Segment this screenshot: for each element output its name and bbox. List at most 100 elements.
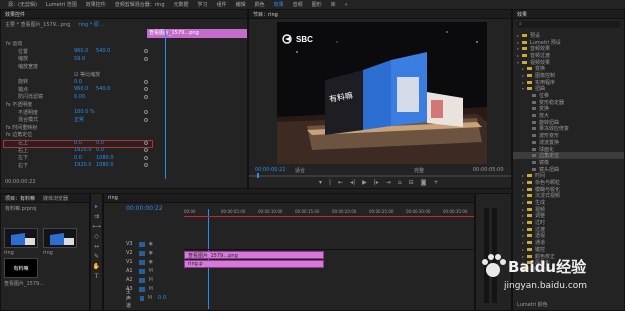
tab-media-browser[interactable]: 媒体浏览器 [39, 195, 72, 202]
track-target-icon[interactable] [138, 277, 145, 283]
effect-value-1[interactable]: 960.0 [74, 48, 88, 54]
effects-tree-item[interactable]: ▸ 生成 [513, 199, 624, 206]
type-tool-icon[interactable]: T [95, 274, 99, 280]
track-header[interactable]: A2 M [104, 276, 166, 284]
lift-icon[interactable]: ⌂ [398, 180, 402, 186]
effects-tree-item[interactable]: 镜头扭曲 [513, 166, 624, 173]
effects-tree-item[interactable]: ▸ 图像控制 [513, 72, 624, 79]
effect-row[interactable]: fx 不透明度 [4, 101, 149, 109]
effects-tree-item[interactable]: 球面化 [513, 146, 624, 153]
sequence-clip-path[interactable]: ring * 原… [78, 21, 103, 28]
effect-row[interactable]: fx 边角定位 [4, 131, 149, 139]
effects-tree-item[interactable]: 边角定位 [513, 152, 624, 159]
track-header[interactable]: V3 ◉ [104, 240, 166, 248]
master-clip-path[interactable]: 主要 * 查看图片_1579…png [5, 21, 70, 28]
effects-tree-item[interactable]: 位移 [513, 92, 624, 99]
effect-row[interactable]: 防闪烁滤镜 0.00 [4, 93, 149, 101]
workspace-tab[interactable]: 编辑 [236, 1, 246, 8]
ec-playhead[interactable] [165, 29, 166, 179]
effects-tree-item[interactable]: ▸ 过渡 [513, 226, 624, 233]
effect-row[interactable]: 位置 960.0 540.0 [4, 48, 149, 56]
effects-tree-item[interactable]: ▾ 扭曲 [513, 86, 624, 92]
workspace-tab[interactable]: 组件 [217, 1, 227, 8]
track-header[interactable]: 主声道 M 0.0 [104, 289, 166, 309]
workspace-tab[interactable]: 音频 [293, 1, 303, 8]
effect-value-1[interactable]: 59.0 [74, 56, 85, 62]
effect-row[interactable]: 混合模式 正常 [4, 116, 149, 124]
mark-in-icon[interactable]: ▾ [319, 180, 322, 186]
tab-program[interactable]: 节目：ring [249, 11, 282, 18]
mute-icon[interactable]: M [149, 286, 153, 292]
razor-tool-icon[interactable]: ◇ [94, 234, 99, 240]
timeline-playhead[interactable] [208, 209, 209, 309]
effects-tree-item[interactable]: 镜像 [513, 159, 624, 166]
effects-tree-item[interactable]: ▸ 模糊与锐化 [513, 186, 624, 193]
keyframe-reset-icon[interactable] [144, 56, 148, 61]
eye-icon[interactable]: ◉ [149, 259, 153, 265]
effects-tree-item[interactable]: ▸ 实用程序 [513, 79, 624, 86]
track-target-icon[interactable] [140, 295, 144, 301]
workspace-tab[interactable]: 颜色 [255, 1, 265, 8]
mute-icon[interactable]: M [149, 268, 153, 274]
effect-value-1[interactable]: 960.0 [74, 86, 88, 92]
effect-row[interactable]: 左下 0.0 1080.0 [4, 154, 149, 162]
extract-icon[interactable]: ⊟ [409, 180, 414, 186]
program-scrub-bar[interactable] [249, 175, 511, 177]
eye-icon[interactable]: ◉ [149, 241, 153, 247]
effects-tree-item[interactable]: ▸ 视频过渡 [513, 266, 624, 273]
track-target-icon[interactable] [138, 259, 145, 265]
effect-row[interactable]: fx 时间重映射 [4, 124, 149, 132]
effect-value-1[interactable]: 1920.0 [74, 162, 92, 168]
export-frame-icon[interactable]: ◙ [421, 180, 427, 186]
workspace-tab[interactable]: 元数据 [174, 1, 189, 8]
keyframe-reset-icon[interactable] [144, 148, 148, 153]
go-to-out-icon[interactable]: ⇥ [386, 180, 391, 186]
keyframe-reset-icon[interactable] [144, 110, 148, 115]
effects-tree-item[interactable]: ▸ 颜色校正 [513, 253, 624, 260]
effects-tree-item[interactable]: ▸ 键控 [513, 246, 624, 253]
fit-select[interactable]: 适合 [295, 167, 305, 174]
effects-tree-item[interactable]: 放大 [513, 112, 624, 119]
program-viewer[interactable]: SBC 有料嘛 [277, 22, 487, 164]
effects-tree-item[interactable]: 果冻效应修复 [513, 126, 624, 132]
hand-tool-icon[interactable]: ✋ [93, 264, 100, 270]
selection-tool-icon[interactable]: ▸ [95, 204, 98, 210]
eye-icon[interactable]: ◉ [149, 250, 153, 256]
effect-value-1[interactable]: 0.0 [74, 155, 82, 161]
tab-effects[interactable]: 效果 [513, 11, 531, 18]
tab-project[interactable]: 项目：有料嘛 [1, 195, 39, 202]
effect-value-1[interactable]: 1920.0 [74, 147, 92, 153]
go-to-in-icon[interactable]: ⇤ [338, 180, 343, 186]
effect-row[interactable]: 锚点 960.0 540.0 [4, 86, 149, 94]
keyframe-reset-icon[interactable] [144, 79, 148, 84]
keyframe-reset-icon[interactable] [144, 94, 148, 99]
pen-tool-icon[interactable]: ✎ [94, 254, 99, 260]
track-target-icon[interactable] [138, 250, 145, 256]
keyframe-reset-icon[interactable] [144, 87, 148, 92]
effect-row[interactable]: 不透明度 100.0 % [4, 108, 149, 116]
keyframe-reset-icon[interactable] [144, 49, 148, 54]
step-back-icon[interactable]: ◂| [350, 180, 355, 186]
effects-tree-item[interactable]: ▸ 过时 [513, 219, 624, 226]
effects-tree-item[interactable]: ▸ 视频 [513, 206, 624, 213]
effect-value-1[interactable]: 正常 [74, 116, 84, 123]
workspace-tab[interactable]: 效果 [274, 1, 284, 8]
effect-value-2[interactable]: 0.0 [96, 147, 104, 153]
effects-tree-item[interactable]: ▸ 沉浸式视频 [513, 193, 624, 199]
effect-value-2[interactable]: 1080.0 [96, 162, 114, 168]
keyframe-reset-icon[interactable] [144, 117, 148, 122]
effects-tree-item[interactable]: ▸ 时间 [513, 172, 624, 179]
effect-value-2[interactable]: 540.0 [96, 86, 110, 92]
workspace-tab[interactable]: 学习 [198, 1, 208, 8]
mute-icon[interactable]: M [149, 277, 153, 283]
effect-row[interactable]: 旋转 0.0 [4, 78, 149, 86]
effect-value-1[interactable]: 100.0 % [74, 109, 95, 115]
step-forward-icon[interactable]: |▸ [374, 180, 379, 186]
effects-tree-item[interactable]: 湍流置换 [513, 139, 624, 146]
effect-row[interactable]: 缩放宽度 [4, 63, 149, 71]
program-timecode[interactable]: 00:00:00:22 [255, 167, 286, 173]
effects-tree-item[interactable]: 变换 [513, 106, 624, 112]
track-header[interactable]: V2 ◉ [104, 249, 166, 257]
keyframe-reset-icon[interactable] [144, 155, 148, 160]
timeline-timecode[interactable]: 00:00:00:22 [126, 205, 163, 212]
